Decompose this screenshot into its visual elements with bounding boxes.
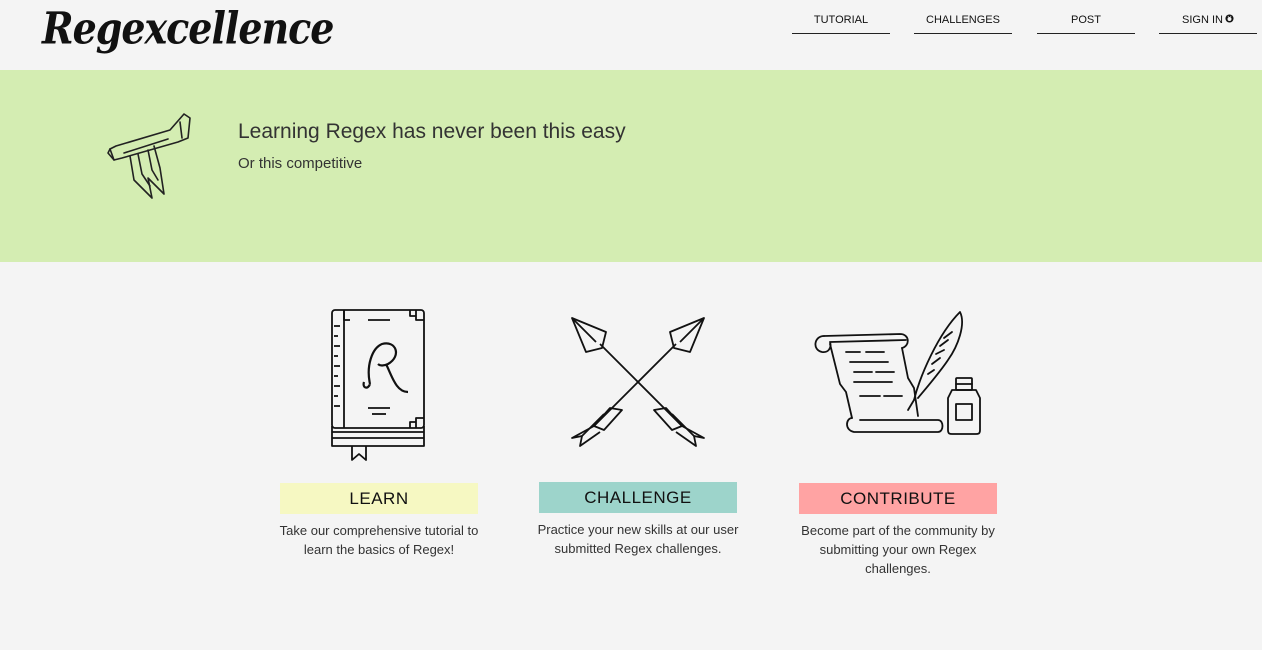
book-icon <box>326 306 430 467</box>
nav-challenges[interactable]: CHALLENGES <box>914 13 1012 34</box>
challenge-button[interactable]: CHALLENGE <box>539 482 737 513</box>
nav-post-label: POST <box>1071 14 1101 26</box>
site-header: Regexcellence TUTORIAL CHALLENGES POST S… <box>0 0 1262 70</box>
learn-button[interactable]: LEARN <box>280 483 478 514</box>
nav-sign-in[interactable]: SIGN IN <box>1159 13 1257 34</box>
nav-tutorial[interactable]: TUTORIAL <box>792 13 890 34</box>
contribute-button[interactable]: CONTRIBUTE <box>799 483 997 514</box>
hero-banner: Learning Regex has never been this easy … <box>0 70 1262 262</box>
horn-icon <box>104 108 200 209</box>
hero-title: Learning Regex has never been this easy <box>238 120 626 143</box>
challenge-description: Practice your new skills at our user sub… <box>537 522 739 556</box>
contribute-description: Become part of the community by submitti… <box>801 523 995 576</box>
crossed-arrows-icon <box>566 312 710 463</box>
nav-sign-in-label: SIGN IN <box>1182 14 1223 26</box>
site-logo[interactable]: Regexcellence <box>42 2 334 54</box>
nav-post[interactable]: POST <box>1037 13 1135 34</box>
scroll-quill-icon <box>810 306 986 445</box>
hero-subtitle: Or this competitive <box>238 155 363 172</box>
learn-description: Take our comprehensive tutorial to learn… <box>279 523 479 557</box>
nav-tutorial-label: TUTORIAL <box>813 14 869 26</box>
github-icon <box>1225 14 1234 25</box>
nav-challenges-label: CHALLENGES <box>926 14 1000 26</box>
